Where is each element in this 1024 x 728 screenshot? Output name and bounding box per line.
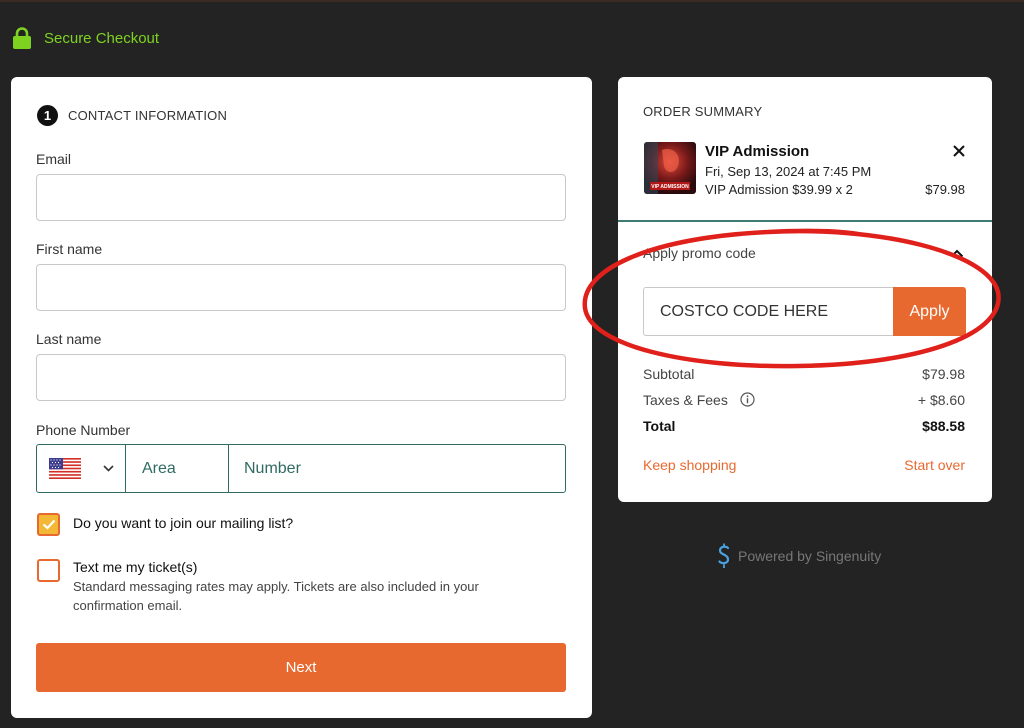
taxes-label: Taxes & Fees	[643, 392, 728, 408]
contact-section-title: CONTACT INFORMATION	[68, 108, 228, 123]
promo-code-toggle[interactable]: Apply promo code	[618, 237, 992, 267]
event-thumbnail: VIP ADMISSION	[644, 142, 696, 194]
phone-number-label: Phone Number	[36, 422, 131, 438]
mailing-list-label: Do you want to join our mailing list?	[73, 515, 294, 531]
first-name-field[interactable]	[36, 264, 566, 311]
email-field[interactable]	[36, 174, 566, 221]
close-icon[interactable]	[951, 143, 967, 159]
summary-divider	[618, 220, 992, 222]
promo-code-input[interactable]	[643, 287, 894, 336]
next-button[interactable]: Next	[36, 643, 566, 692]
singenuity-logo-icon	[718, 543, 730, 568]
text-tickets-note: Standard messaging rates may apply. Tick…	[73, 579, 479, 613]
subtotal-value: $79.98	[922, 366, 965, 382]
total-label: Total	[643, 418, 676, 434]
secure-checkout-label: Secure Checkout	[44, 29, 160, 47]
chevron-down-icon	[103, 465, 114, 472]
step-number: 1	[37, 105, 58, 126]
item-price: $79.98	[925, 182, 965, 197]
country-code-select[interactable]	[37, 445, 126, 492]
secure-checkout-header: Secure Checkout	[12, 27, 159, 49]
mailing-list-checkbox[interactable]	[37, 513, 60, 536]
chevron-up-icon	[950, 249, 964, 258]
event-poster-image: VIP ADMISSION	[644, 142, 696, 194]
contact-information-card: 1 CONTACT INFORMATION Email First name L…	[11, 77, 592, 718]
last-name-label: Last name	[36, 331, 102, 347]
powered-by-label: Powered by Singenuity	[738, 548, 882, 564]
us-flag-icon	[49, 458, 81, 479]
taxes-row: Taxes & Fees + $8.60	[643, 392, 965, 408]
contact-section-header: 1 CONTACT INFORMATION	[37, 105, 227, 126]
thumbnail-caption: VIP ADMISSION	[651, 184, 689, 190]
summary-links: Keep shopping Start over	[643, 457, 965, 473]
text-tickets-label: Text me my ticket(s)	[73, 559, 198, 575]
total-value: $88.58	[922, 418, 965, 434]
subtotal-row: Subtotal $79.98	[643, 366, 965, 382]
item-date: Fri, Sep 13, 2024 at 7:45 PM	[705, 164, 872, 179]
order-summary-title: ORDER SUMMARY	[643, 104, 763, 119]
phone-number-input[interactable]	[229, 445, 565, 492]
phone-number-group	[36, 444, 566, 493]
keep-shopping-link[interactable]: Keep shopping	[643, 457, 736, 473]
info-icon[interactable]	[740, 392, 755, 407]
taxes-value: + $8.60	[917, 392, 965, 408]
checkmark-icon	[42, 519, 55, 530]
area-code-input[interactable]	[126, 445, 229, 492]
total-row: Total $88.58	[643, 418, 965, 434]
text-tickets-checkbox[interactable]	[37, 559, 60, 582]
promo-code-label: Apply promo code	[643, 245, 756, 261]
text-tickets-text: Text me my ticket(s) Standard messaging …	[73, 559, 533, 615]
item-name: VIP Admission	[705, 143, 810, 160]
lock-icon	[13, 27, 31, 49]
apply-promo-button[interactable]: Apply	[893, 287, 966, 336]
start-over-link[interactable]: Start over	[904, 457, 965, 473]
first-name-label: First name	[36, 241, 103, 257]
email-label: Email	[36, 151, 72, 167]
mailing-list-option: Do you want to join our mailing list?	[37, 513, 293, 536]
subtotal-label: Subtotal	[643, 366, 695, 382]
item-detail: VIP Admission $39.99 x 2	[705, 182, 853, 197]
top-border	[0, 0, 1024, 2]
text-tickets-option: Text me my ticket(s) Standard messaging …	[37, 559, 533, 615]
order-summary-card: ORDER SUMMARY VIP ADMISSION VIP Admissio…	[618, 77, 992, 502]
powered-by-footer: Powered by Singenuity	[716, 543, 881, 569]
last-name-field[interactable]	[36, 354, 566, 401]
